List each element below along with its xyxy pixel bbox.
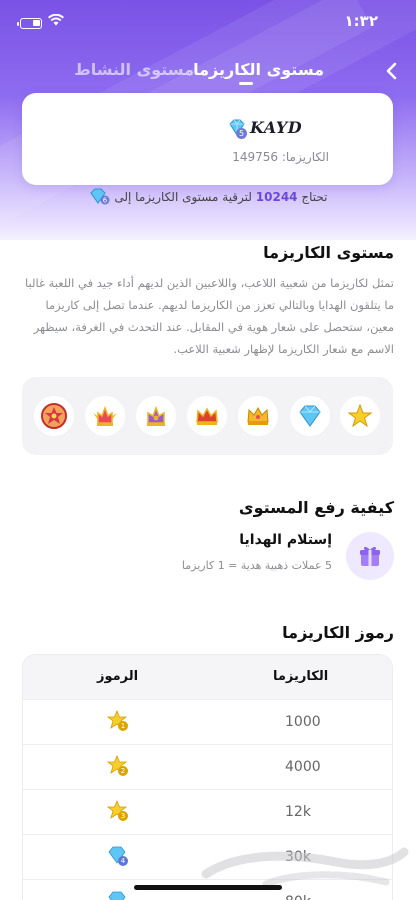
table-row: 4000 2 — [23, 744, 392, 789]
status-bar: ١:٣٢ — [0, 10, 416, 38]
table-row: 1000 1 — [23, 699, 392, 744]
profile-card: 5 KAYD الكاريزما: 149756 — [22, 93, 393, 185]
charisma-value: 4000 — [285, 759, 321, 775]
column-header-symbols: الرموز — [97, 669, 139, 684]
symbols-section-title: رموز الكاريزما — [282, 623, 394, 642]
diamond-icon: 4 — [107, 845, 129, 867]
purple-crown-badge-icon — [136, 396, 176, 436]
star-icon: 2 — [106, 754, 129, 777]
red-crown-badge-icon — [187, 396, 227, 436]
battery-icon — [17, 18, 42, 29]
level-number: 4 — [118, 856, 128, 866]
tab-active-indicator — [239, 82, 254, 85]
home-indicator[interactable] — [134, 885, 282, 890]
receive-gifts-item: إستلام الهدايا 5 عملات ذهبية هدية = 1 كا… — [0, 530, 416, 586]
chevron-left-icon[interactable] — [380, 58, 402, 84]
charisma-value: 12k — [285, 804, 311, 820]
charisma-section-title: مستوى الكاريزما — [263, 243, 394, 262]
badges-row — [22, 377, 393, 455]
gold-crown-badge-icon — [238, 396, 278, 436]
table-row: 12k 3 — [23, 789, 392, 834]
username: KAYD — [250, 118, 303, 137]
top-nav: مستوى الكاريزما مستوى النشاط — [0, 58, 416, 88]
upgrade-amount: 10244 — [255, 190, 298, 204]
clock: ١:٣٢ — [344, 12, 378, 30]
how-section-title: كيفية رفع المستوى — [238, 498, 394, 517]
column-header-charisma: الكاريزما — [273, 669, 329, 684]
level-number: 3 — [118, 811, 128, 821]
star-icon: 3 — [106, 799, 129, 822]
level-badge: 5 — [236, 128, 247, 139]
charisma-value: 80k — [285, 894, 311, 900]
gift-icon — [346, 532, 394, 580]
winged-crown-badge-icon — [85, 396, 125, 436]
receive-gifts-rate: 5 عملات ذهبية هدية = 1 كاريزما — [181, 559, 332, 572]
tab-label: مستوى الكاريزما — [193, 60, 324, 79]
next-level-diamond-icon: 6 — [89, 187, 111, 208]
emblem-badge-icon — [34, 396, 74, 436]
diamond-badge-icon — [290, 396, 330, 436]
upgrade-suffix: لترقية مستوى الكاريزما إلى — [114, 190, 252, 204]
table-header: الكاريزما الرموز — [23, 655, 392, 699]
upgrade-prefix: تحتاج — [301, 190, 328, 204]
next-level-number: 6 — [102, 197, 107, 205]
charisma-value: 1000 — [285, 714, 321, 730]
upgrade-hint: تحتاج 10244 لترقية مستوى الكاريزما إلى 6 — [0, 187, 416, 208]
charisma-description: تمثل لكاريزما من شعبية اللاعب، واللاعبين… — [24, 276, 394, 356]
wifi-icon — [48, 13, 64, 30]
star-icon: 1 — [106, 709, 129, 732]
level-number: 1 — [118, 721, 128, 731]
level-number: 2 — [118, 766, 128, 776]
charisma-count: الكاريزما: 149756 — [232, 150, 329, 164]
tab-charisma-level[interactable]: مستوى الكاريزما — [193, 60, 324, 85]
star-badge-icon — [340, 396, 380, 436]
diamond-icon: 5 — [107, 890, 129, 900]
receive-gifts-title: إستلام الهدايا — [239, 532, 332, 548]
tab-activity-level[interactable]: مستوى النشاط — [74, 60, 194, 79]
